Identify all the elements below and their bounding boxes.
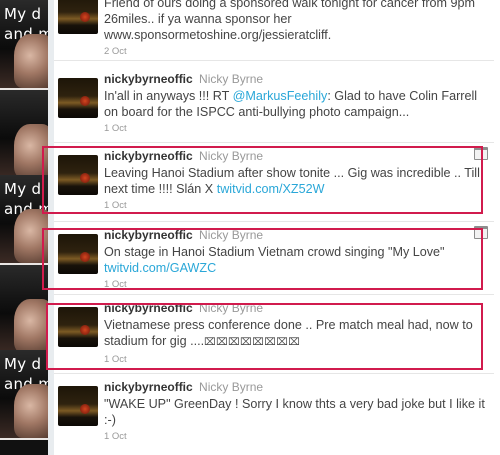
user-handle[interactable]: nickybyrneoffic: [104, 72, 193, 86]
avatar[interactable]: [58, 78, 98, 118]
background-photo: [14, 384, 48, 438]
avatar[interactable]: [58, 0, 98, 34]
background-photo: [14, 34, 48, 88]
tweet-header: nickybyrneoffic Nicky Byrne: [104, 72, 488, 87]
tweet[interactable]: Friend of ours doing a sponsored walk to…: [54, 0, 494, 61]
tweet-timestamp[interactable]: 2 Oct: [104, 46, 488, 58]
highlight-box: [46, 303, 483, 370]
background-tile: My d and m: [0, 175, 48, 265]
user-fullname: Nicky Byrne: [199, 380, 264, 394]
tweet[interactable]: nickybyrneoffic Nicky Byrne "WAKE UP" Gr…: [54, 374, 494, 455]
background-tile: My d and m: [0, 0, 48, 90]
background-photo: [14, 299, 48, 353]
tweet-header: nickybyrneoffic Nicky Byrne: [104, 380, 488, 395]
profile-background: My d and m My d and m My d and m: [0, 0, 48, 455]
tweet-body: Friend of ours doing a sponsored walk to…: [104, 0, 488, 58]
tweet-body: nickybyrneoffic Nicky Byrne "WAKE UP" Gr…: [104, 380, 488, 443]
highlight-box: [42, 146, 483, 214]
background-tile: My d and m: [0, 350, 48, 440]
tweet-body: nickybyrneoffic Nicky Byrne In'all in an…: [104, 72, 488, 135]
user-handle[interactable]: nickybyrneoffic: [104, 380, 193, 394]
tweet-text: In'all in anyways !!! RT @MarkusFeehily:…: [104, 89, 478, 119]
mention-link[interactable]: @MarkusFeehily: [233, 89, 328, 103]
avatar[interactable]: [58, 386, 98, 426]
tweet[interactable]: nickybyrneoffic Nicky Byrne In'all in an…: [54, 66, 494, 143]
background-tile: [0, 90, 48, 180]
highlight-box: [42, 228, 483, 290]
background-tile: [0, 265, 48, 355]
tweet-text: "WAKE UP" GreenDay ! Sorry I know thts a…: [104, 397, 485, 427]
tweet-text: Friend of ours doing a sponsored walk to…: [104, 0, 476, 42]
tweet-timestamp[interactable]: 1 Oct: [104, 431, 488, 443]
tweet-timestamp[interactable]: 1 Oct: [104, 123, 488, 135]
user-fullname: Nicky Byrne: [199, 72, 264, 86]
